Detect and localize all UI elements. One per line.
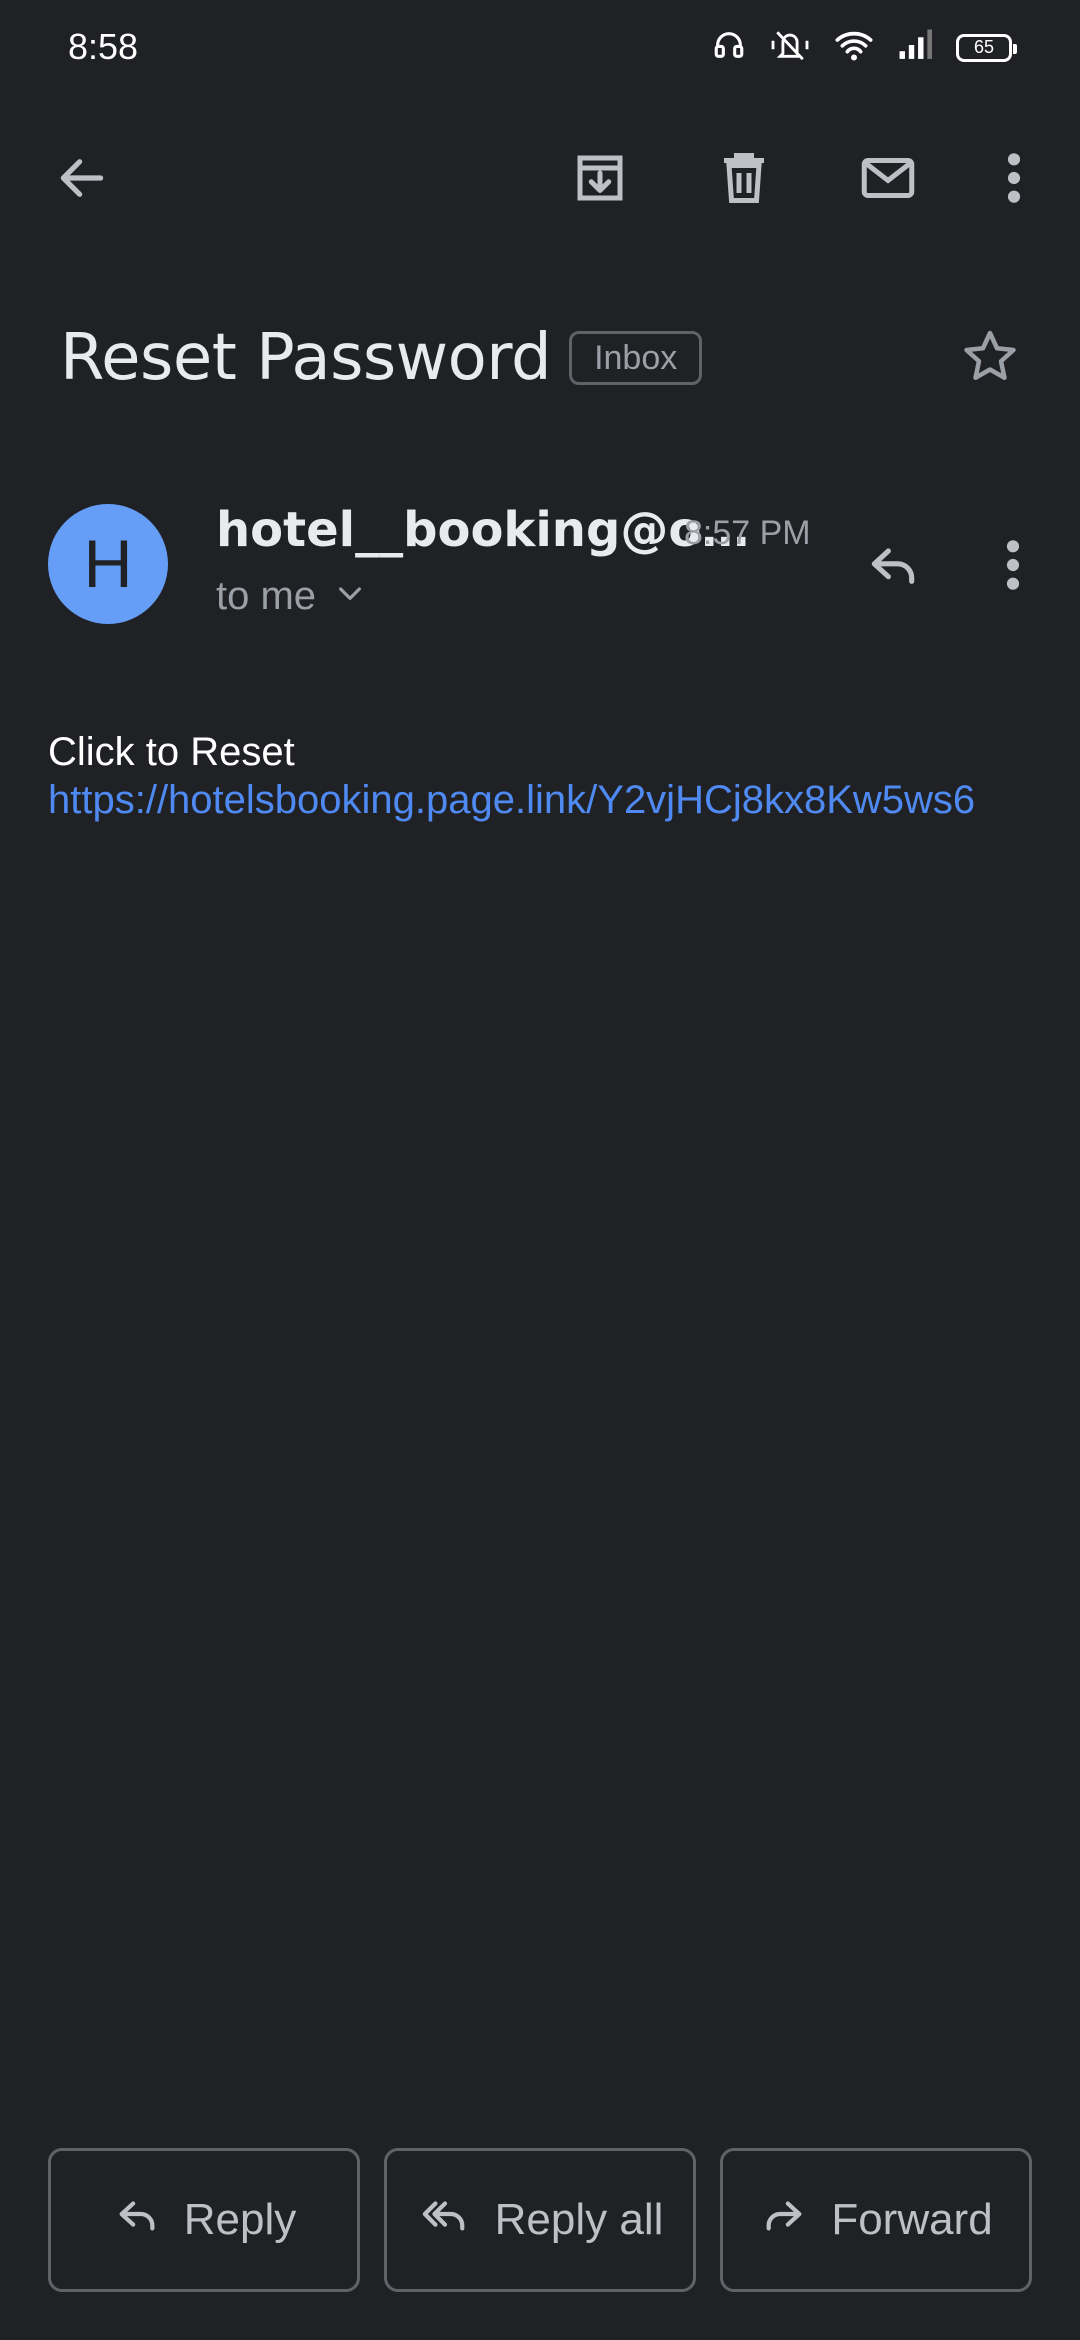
status-time: 8:58 (68, 26, 139, 67)
status-icons: 65 (712, 28, 1017, 67)
status-bar: 8:58 65 (0, 0, 1080, 96)
battery-icon: 65 (956, 33, 1017, 62)
battery-level: 65 (973, 37, 995, 57)
reply-all-label: Reply all (494, 2195, 664, 2244)
message-body: Click to Reset https://hotelsbooking.pag… (48, 728, 1048, 824)
recipient-label: to me (216, 574, 317, 618)
message-more-button[interactable] (978, 522, 1048, 612)
inbox-label[interactable]: Inbox (569, 331, 703, 385)
mail-icon (856, 148, 920, 213)
chevron-down-icon (334, 574, 366, 619)
message-header: H hotel__booking@o… 8:57 PM to me (48, 502, 1048, 632)
delete-button[interactable] (704, 140, 784, 220)
forward-icon (759, 2192, 809, 2249)
back-button[interactable] (42, 140, 122, 220)
bottom-actions: Reply Reply all Forward (48, 2148, 1032, 2292)
more-options-button[interactable] (974, 140, 1054, 220)
signal-icon (896, 28, 934, 67)
mark-unread-button[interactable] (848, 140, 928, 220)
message-time: 8:57 PM (684, 514, 811, 552)
vibrate-mute-icon (768, 28, 812, 67)
forward-label: Forward (831, 2195, 993, 2244)
more-vert-icon (1004, 150, 1024, 211)
sender-name[interactable]: hotel__booking@o… (216, 502, 749, 558)
reply-icon-button[interactable] (848, 522, 938, 612)
reply-all-icon (417, 2192, 473, 2249)
forward-button[interactable]: Forward (720, 2148, 1032, 2292)
headset-icon (712, 28, 746, 67)
reply-button[interactable]: Reply (48, 2148, 360, 2292)
reset-link[interactable]: https://hotelsbooking.page.link/Y2vjHCj8… (48, 778, 975, 822)
body-text: Click to Reset (48, 730, 295, 774)
trash-icon (714, 148, 774, 213)
reply-icon (112, 2192, 162, 2249)
more-vert-icon (1003, 537, 1023, 598)
app-toolbar (0, 120, 1080, 240)
star-icon (960, 326, 1020, 391)
reply-label: Reply (183, 2195, 297, 2244)
subject-row: Reset Password Inbox (60, 318, 1040, 398)
reply-icon (862, 537, 924, 598)
email-subject: Reset Password (60, 321, 552, 395)
wifi-icon (834, 28, 874, 67)
star-button[interactable] (950, 318, 1030, 398)
avatar[interactable]: H (48, 504, 168, 624)
archive-icon (570, 148, 630, 213)
archive-button[interactable] (560, 140, 640, 220)
reply-all-button[interactable]: Reply all (384, 2148, 696, 2292)
recipient-details-toggle[interactable]: to me (216, 574, 366, 619)
arrow-back-icon (54, 150, 110, 211)
